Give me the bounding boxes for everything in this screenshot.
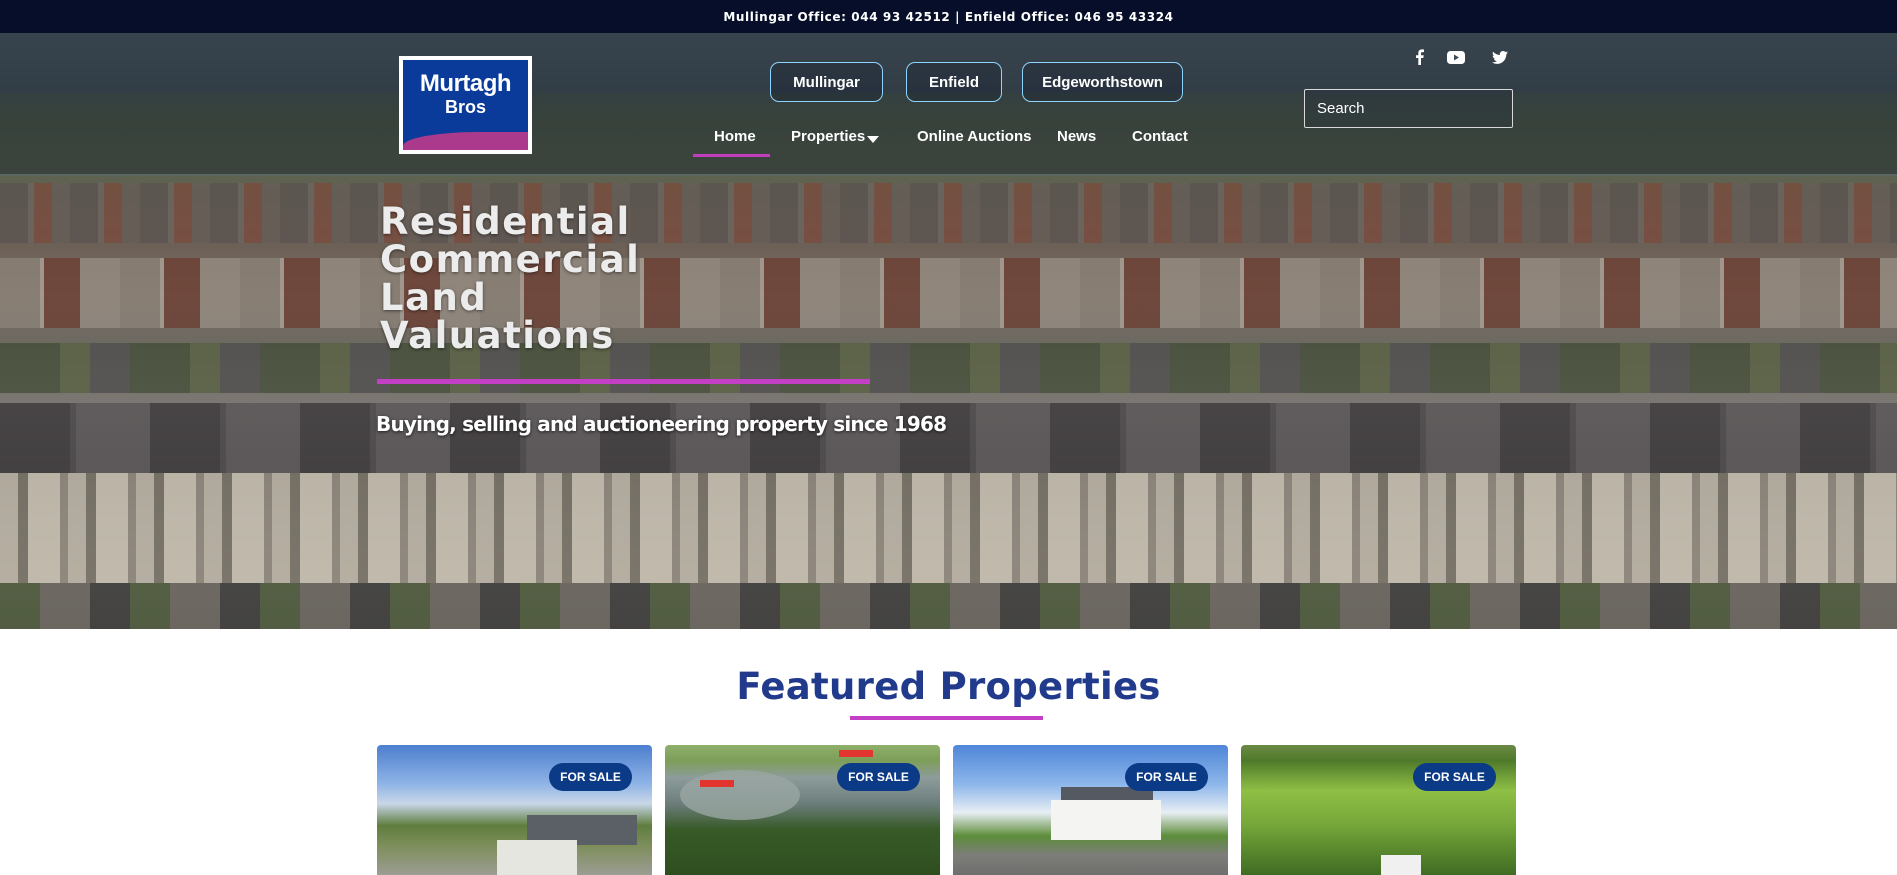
property-card[interactable]: FOR SALE [953, 745, 1228, 875]
for-sale-badge: FOR SALE [1413, 763, 1496, 791]
header-overlay [0, 33, 1897, 176]
property-card[interactable]: FOR SALE [1241, 745, 1516, 875]
property-photo-house [1051, 800, 1161, 840]
hero-houses-row [0, 473, 1897, 583]
office-button-edgeworthstown[interactable]: Edgeworthstown [1022, 62, 1183, 102]
hero-heading-line: Land [380, 276, 488, 319]
office-button-enfield[interactable]: Enfield [906, 62, 1002, 102]
featured-divider [850, 716, 1043, 720]
chevron-down-icon[interactable] [867, 136, 879, 143]
hero-gardens-row [0, 343, 1897, 393]
hero-divider [377, 379, 870, 384]
hero-heading-line: Residential [380, 200, 631, 243]
hero-gardens-row [0, 583, 1897, 629]
nav-item-online-auctions[interactable]: Online Auctions [917, 128, 1031, 145]
property-card[interactable]: FOR SALE [377, 745, 652, 875]
logo-badge: Murtagh Bros [403, 60, 528, 150]
twitter-icon[interactable] [1490, 47, 1510, 67]
hero-banner [0, 33, 1897, 629]
property-card[interactable]: FOR SALE [665, 745, 940, 875]
hero-houses-row [0, 258, 1897, 328]
property-photo-marker [700, 780, 734, 787]
nav-item-home[interactable]: Home [714, 128, 756, 145]
for-sale-badge: FOR SALE [1125, 763, 1208, 791]
for-sale-badge: FOR SALE [549, 763, 632, 791]
youtube-icon[interactable] [1446, 47, 1466, 67]
hero-houses-row [0, 183, 1897, 243]
property-photo-lake [680, 770, 800, 820]
facebook-icon[interactable] [1409, 47, 1429, 67]
property-photo-marker [839, 750, 873, 757]
search-input[interactable] [1304, 89, 1513, 128]
hero-heading-line: Commercial [380, 238, 641, 281]
nav-item-news[interactable]: News [1057, 128, 1096, 145]
brand-logo[interactable]: Murtagh Bros [399, 56, 532, 154]
top-contact-bar: Mullingar Office: 044 93 42512 | Enfield… [0, 0, 1897, 33]
logo-stripe [403, 132, 528, 150]
hero-heading-line: Valuations [380, 314, 615, 357]
featured-properties-heading: Featured Properties [736, 665, 1161, 708]
nav-item-contact[interactable]: Contact [1132, 128, 1188, 145]
property-photo-house [497, 840, 577, 875]
hero-rooftops-row [0, 403, 1897, 473]
property-photo-house [1381, 855, 1421, 875]
logo-line-2: Bros [444, 97, 486, 117]
office-phone-numbers: Mullingar Office: 044 93 42512 | Enfield… [723, 9, 1174, 24]
active-nav-indicator [693, 154, 770, 157]
hero-tagline: Buying, selling and auctioneering proper… [376, 412, 947, 436]
for-sale-badge: FOR SALE [837, 763, 920, 791]
logo-line-1: Murtagh [419, 70, 512, 97]
nav-item-properties[interactable]: Properties [791, 128, 865, 145]
office-button-mullingar[interactable]: Mullingar [770, 62, 883, 102]
